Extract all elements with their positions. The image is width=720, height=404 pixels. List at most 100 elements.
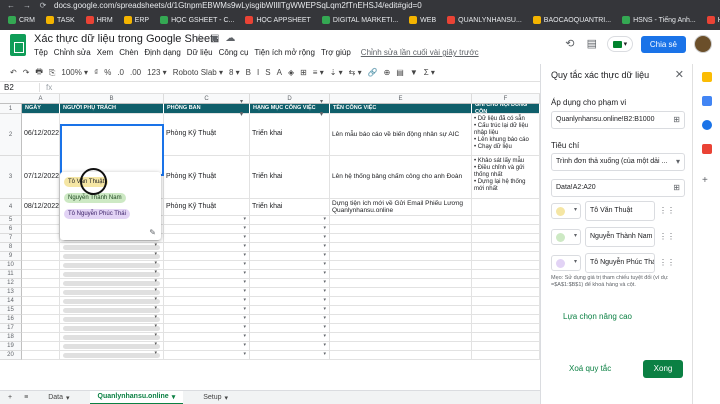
column-header[interactable]: D — [250, 94, 330, 104]
grid-cell[interactable] — [22, 279, 60, 288]
grid-cell[interactable]: ▾ — [60, 324, 164, 333]
document-title[interactable]: Xác thực dữ liệu trong Google Sheets — [34, 33, 219, 45]
grid-cell[interactable] — [330, 234, 472, 243]
grid-select-icon[interactable]: ⊞ — [673, 180, 680, 196]
grid-cell[interactable] — [22, 324, 60, 333]
grid-cell[interactable] — [22, 216, 60, 225]
grid-cell[interactable]: ▾ — [250, 333, 330, 342]
close-icon[interactable]: ✕ — [675, 68, 684, 81]
grid-cell[interactable] — [330, 306, 472, 315]
grid-cell[interactable]: ▾ — [60, 297, 164, 306]
grid-cell[interactable]: 07/12/2022 — [22, 156, 60, 199]
row-header[interactable]: 2 — [0, 114, 22, 156]
option-input[interactable]: Tô Văn Thuật — [585, 201, 655, 221]
toolbar-button[interactable]: A — [277, 68, 282, 77]
toolbar-button[interactable]: ▤ — [396, 68, 404, 77]
grid-cell[interactable] — [472, 306, 540, 315]
grid-cell[interactable]: ▾ — [250, 342, 330, 351]
grid-cell[interactable] — [22, 315, 60, 324]
keep-icon[interactable] — [702, 72, 712, 82]
grid-cell[interactable]: ▾ — [60, 315, 164, 324]
grid-cell[interactable] — [472, 333, 540, 342]
grid-cell[interactable]: ▾ — [60, 270, 164, 279]
grid-cell[interactable]: ▾ — [60, 351, 164, 360]
grid-cell[interactable]: ▾ — [164, 279, 250, 288]
toolbar-button[interactable]: I — [257, 68, 259, 77]
tab-data[interactable]: Data ▾ — [40, 394, 77, 402]
grid-cell[interactable] — [330, 225, 472, 234]
row-header[interactable]: 7 — [0, 234, 22, 243]
grid-cell[interactable] — [472, 324, 540, 333]
toolbar-button[interactable]: 100% ▾ — [61, 68, 88, 77]
grid-cell[interactable]: • Dữ liệu đã có sẵn • Cấu trúc lại dữ li… — [472, 114, 540, 156]
criteria-select[interactable]: Trình đơn thả xuống (của một dải ... ▾ — [551, 153, 685, 171]
row-header[interactable]: 9 — [0, 252, 22, 261]
grid-cell[interactable] — [472, 351, 540, 360]
grid-cell[interactable] — [472, 342, 540, 351]
dropdown-chip[interactable] — [63, 353, 160, 358]
grid-cell[interactable]: ▾ — [164, 333, 250, 342]
tab-setup[interactable]: Setup ▾ — [195, 394, 236, 402]
toolbar-button[interactable]: B — [246, 68, 251, 77]
bookmark-item[interactable]: CRM — [4, 14, 39, 26]
grid-cell[interactable] — [330, 333, 472, 342]
toolbar-button[interactable]: ⊞ — [300, 68, 307, 77]
row-header[interactable]: 8 — [0, 243, 22, 252]
grid-cell[interactable]: ▾ — [164, 216, 250, 225]
row-header[interactable]: 10 — [0, 261, 22, 270]
grid-cell[interactable] — [330, 351, 472, 360]
dropdown-chip[interactable] — [63, 281, 160, 286]
grid-cell[interactable]: ▾ — [250, 252, 330, 261]
menu-item[interactable]: Xem — [97, 48, 113, 57]
grid-cell[interactable]: ▾ — [60, 342, 164, 351]
grid-cell[interactable] — [472, 270, 540, 279]
grid-cell[interactable]: ▾ — [60, 279, 164, 288]
row-header[interactable]: 11 — [0, 270, 22, 279]
grid-cell[interactable] — [330, 216, 472, 225]
toolbar-button[interactable]: Σ ▾ — [424, 68, 435, 77]
grid-cell[interactable] — [22, 270, 60, 279]
menu-item[interactable]: Chèn — [119, 48, 138, 57]
grid-cell[interactable] — [22, 243, 60, 252]
star-icon[interactable]: ☆ — [195, 33, 204, 44]
row-header[interactable]: 14 — [0, 297, 22, 306]
dropdown-chip[interactable] — [63, 290, 160, 295]
grid-cell[interactable]: • Khảo sát lấy mẫu • Điều chỉnh và gửi t… — [472, 156, 540, 199]
toolbar-button[interactable]: ↶ — [10, 68, 17, 77]
grid-cell[interactable] — [472, 252, 540, 261]
grid-cell[interactable]: ▾ — [164, 234, 250, 243]
sheets-logo-icon[interactable] — [10, 34, 26, 56]
dropdown-chip[interactable] — [63, 263, 160, 268]
toolbar-button[interactable]: 🖶 — [35, 66, 43, 80]
grid-cell[interactable]: ▾ — [164, 306, 250, 315]
grid-cell[interactable]: ▾ — [164, 252, 250, 261]
column-header[interactable]: C — [164, 94, 250, 104]
grid-cell[interactable] — [330, 342, 472, 351]
dropdown-chip[interactable] — [63, 344, 160, 349]
toolbar-button[interactable]: ⇆ ▾ — [349, 68, 362, 77]
forward-icon[interactable]: → — [22, 1, 32, 10]
source-range-input[interactable]: Data!A2:A20 ⊞ — [551, 179, 685, 197]
grid-cell[interactable] — [22, 333, 60, 342]
row-header[interactable]: 4 — [0, 199, 22, 216]
url-bar[interactable]: docs.google.com/spreadsheets/d/1GtnpmEBW… — [54, 1, 422, 10]
grid-cell[interactable] — [22, 297, 60, 306]
grid-cell[interactable]: Phòng Kỹ Thuật — [164, 156, 250, 199]
grid-cell[interactable]: ▾ — [164, 261, 250, 270]
contacts-icon[interactable] — [702, 120, 712, 130]
move-folder-icon[interactable]: ▣ — [210, 33, 219, 44]
grid-cell[interactable]: ▾ — [164, 243, 250, 252]
row-header[interactable]: 12 — [0, 279, 22, 288]
bookmark-item[interactable]: QUANLYNHANSU... — [443, 14, 526, 26]
grid-cell[interactable] — [330, 297, 472, 306]
grid-cell[interactable] — [472, 243, 540, 252]
grid-cell[interactable]: Phòng Kỹ Thuật — [164, 199, 250, 216]
bookmark-item[interactable]: WEB — [405, 14, 440, 26]
toolbar-button[interactable]: ⎘ — [49, 68, 55, 78]
color-picker[interactable]: ▾ — [551, 203, 581, 219]
grid-cell[interactable]: Lên mẫu báo cáo về biến động nhân sự AIC — [330, 114, 472, 156]
grid-cell[interactable]: ▾ — [250, 225, 330, 234]
grid-cell[interactable]: ▾ — [250, 234, 330, 243]
maps-icon[interactable] — [702, 144, 712, 154]
grid-cell[interactable]: 08/12/2022 — [22, 199, 60, 216]
